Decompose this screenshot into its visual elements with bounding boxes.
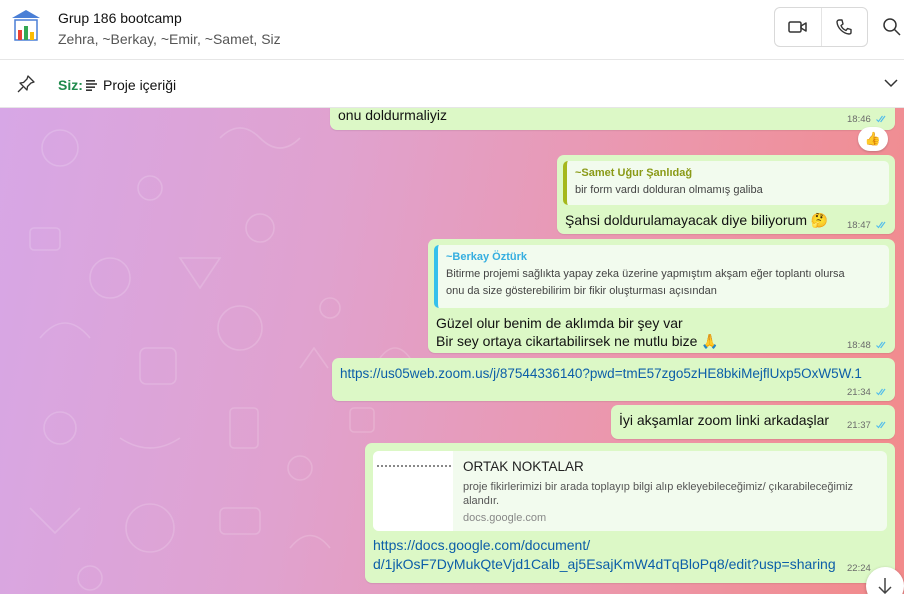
read-receipt-icon (876, 115, 886, 123)
message-text: Şahsi doldurulamayacak diye biliyorum 🤔 (565, 212, 829, 228)
quoted-author: ~Samet Uğur Şanlıdağ (575, 167, 693, 179)
read-receipt-icon (876, 221, 886, 229)
pinned-sender: Siz: (58, 77, 83, 93)
message-bubble[interactable]: onu doldurmaliyiz 18:46 (330, 108, 895, 130)
document-icon (86, 80, 97, 91)
read-receipt-icon (876, 341, 886, 349)
message-text: İyi akşamlar zoom linki arkadaşlar (619, 412, 830, 428)
link-preview-domain: docs.google.com (463, 512, 547, 524)
google-docs-link-line-1[interactable]: https://docs.google.com/document/ (373, 537, 590, 553)
search-button[interactable] (880, 15, 904, 39)
google-docs-link-line-2[interactable]: d/1jkOsF7DyMukQteVjd1Calb_aj5EsajKmW4dTq… (373, 556, 836, 572)
message-time: 18:48 (847, 340, 871, 351)
message-time: 21:34 (847, 387, 871, 398)
message-bubble[interactable]: ORTAK NOKTALAR proje fikirlerimizi bir a… (365, 443, 895, 583)
pinned-message-bar[interactable]: Siz: Proje içeriği (0, 60, 904, 108)
call-buttons (774, 7, 868, 47)
zoom-meeting-link[interactable]: https://us05web.zoom.us/j/87544336140?pw… (340, 366, 862, 381)
quoted-author: ~Berkay Öztürk (446, 251, 528, 263)
quoted-text-line-1: Bitirme projemi sağlıkta yapay zeka üzer… (446, 268, 845, 280)
group-avatar[interactable] (10, 8, 42, 44)
chat-title: Grup 186 bootcamp (58, 10, 182, 26)
message-text: onu doldurmaliyiz (338, 108, 447, 123)
chat-header: Grup 186 bootcamp Zehra, ~Berkay, ~Emir,… (0, 0, 904, 60)
read-receipt-icon (876, 421, 886, 429)
message-text-line-2: Bir sey ortaya cikartabilirsek ne mutlu … (436, 333, 719, 349)
voice-call-button[interactable] (820, 8, 868, 46)
quoted-message[interactable]: ~Samet Uğur Şanlıdağ bir form vardı dold… (563, 161, 889, 205)
pin-icon (17, 75, 35, 93)
scroll-to-bottom-button[interactable] (866, 567, 904, 594)
quoted-message[interactable]: ~Berkay Öztürk Bitirme projemi sağlıkta … (434, 245, 889, 308)
search-icon (883, 18, 901, 36)
message-time: 18:47 (847, 220, 871, 231)
message-bubble[interactable]: İyi akşamlar zoom linki arkadaşlar 21:37 (611, 405, 895, 439)
arrow-down-icon (878, 578, 892, 594)
message-bubble[interactable]: ~Samet Uğur Şanlıdağ bir form vardı dold… (557, 155, 895, 234)
video-call-button[interactable] (775, 8, 821, 46)
chat-members: Zehra, ~Berkay, ~Emir, ~Samet, Siz (58, 31, 281, 47)
quoted-text: bir form vardı dolduran olmamış galiba (575, 184, 763, 196)
link-preview-description: proje fikirlerimizi bir arada toplayıp b… (463, 481, 854, 507)
quoted-text-line-2: onu da size gösterebilirim bir fikir olu… (446, 285, 717, 297)
link-preview-card[interactable]: ORTAK NOKTALAR proje fikirlerimizi bir a… (373, 451, 887, 531)
link-preview-title: ORTAK NOKTALAR (463, 459, 584, 474)
message-time: 21:37 (847, 420, 871, 431)
video-call-icon (788, 21, 807, 33)
message-time: 18:46 (847, 114, 871, 125)
read-receipt-icon (876, 388, 886, 396)
reaction-badge[interactable]: 👍 (858, 127, 888, 151)
message-bubble[interactable]: ~Berkay Öztürk Bitirme projemi sağlıkta … (428, 239, 895, 353)
link-preview-thumbnail (373, 451, 453, 531)
chevron-down-icon[interactable] (884, 78, 898, 88)
chat-area[interactable]: onu doldurmaliyiz 18:46 👍 ~Samet Uğur Şa… (0, 108, 904, 594)
voice-call-icon (836, 19, 852, 35)
message-bubble[interactable]: https://us05web.zoom.us/j/87544336140?pw… (332, 358, 895, 401)
pinned-text: Proje içeriği (103, 77, 177, 93)
message-text-line-1: Güzel olur benim de aklımda bir şey var (436, 315, 683, 331)
